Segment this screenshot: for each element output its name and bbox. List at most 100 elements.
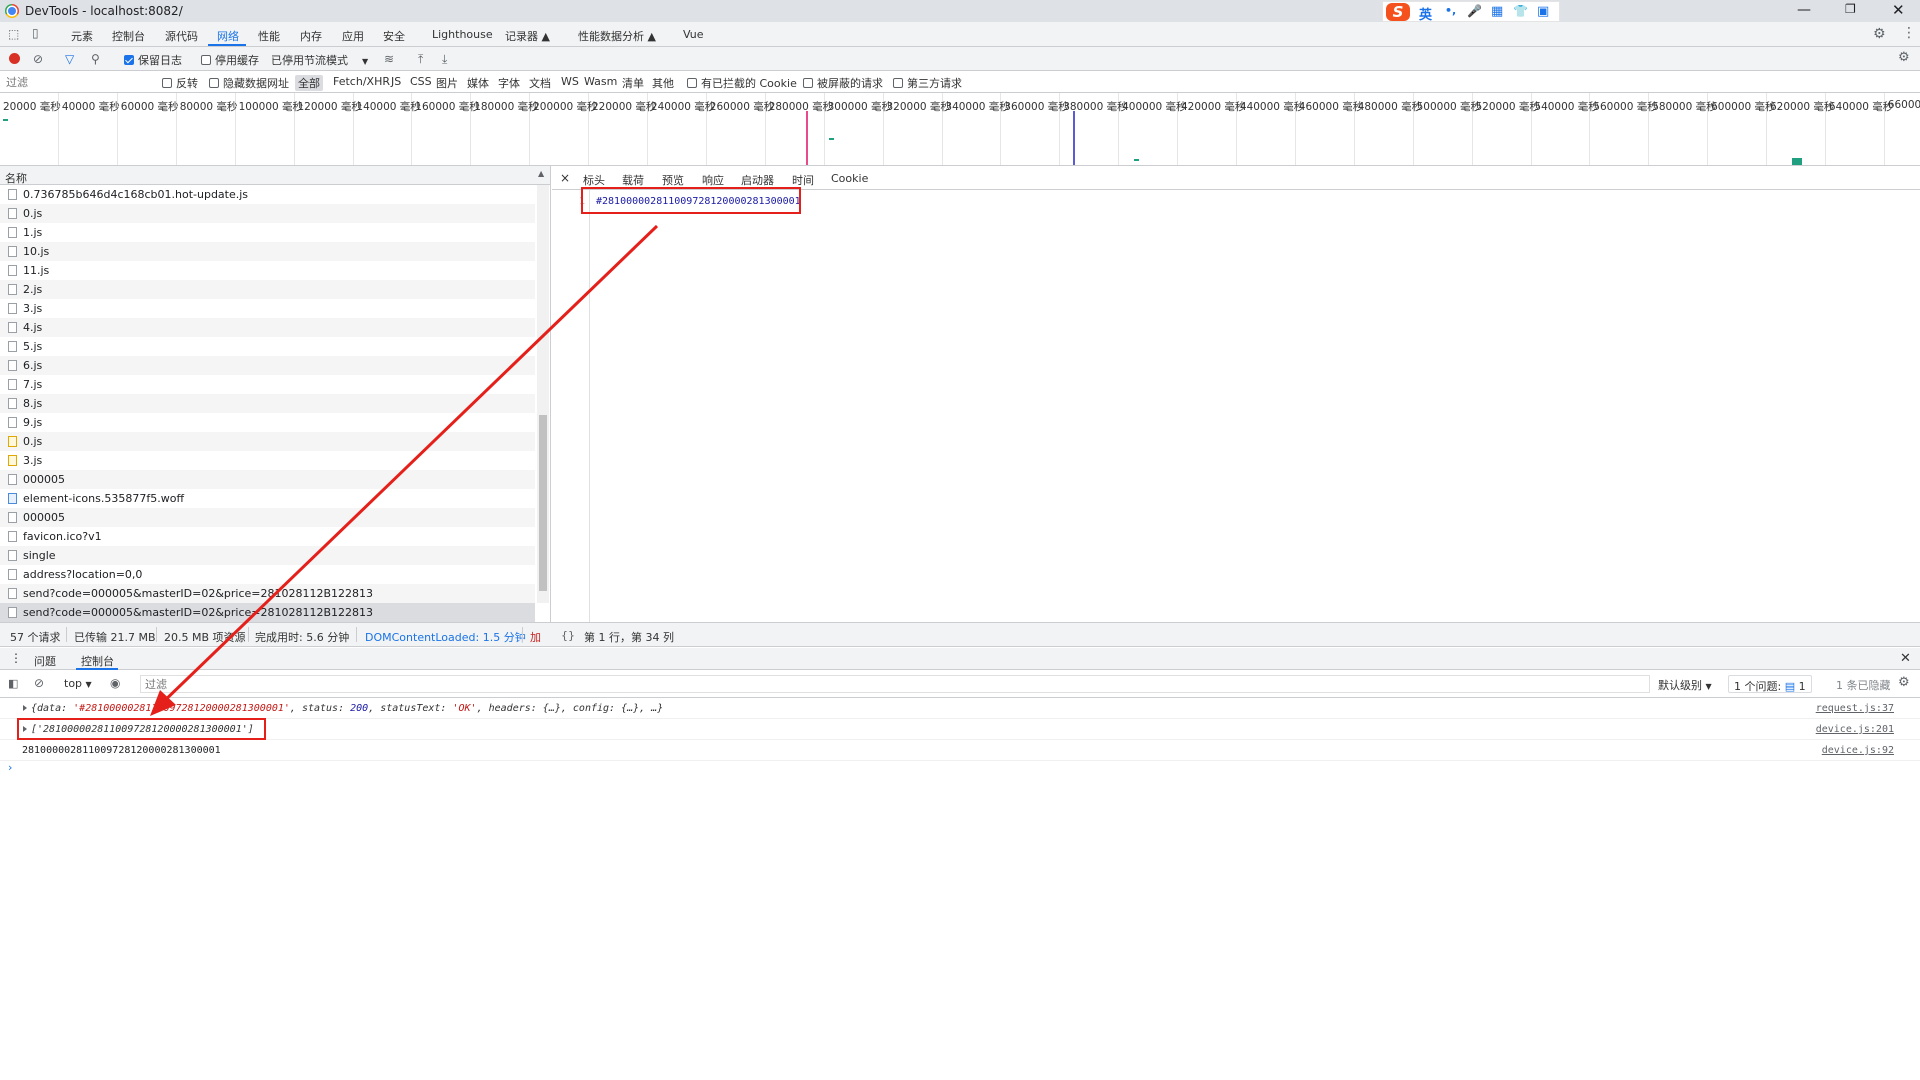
tab-payload[interactable]: 载荷	[622, 172, 644, 188]
request-row[interactable]: element-icons.535877f5.woff	[0, 489, 535, 508]
ime-toolbar[interactable]: S 英 •, 🎤 ▦ 👕 ▣	[1382, 1, 1560, 23]
tab-vue[interactable]: Vue	[683, 28, 704, 41]
ime-keyboard-icon[interactable]: ▦	[1491, 4, 1503, 19]
checkbox-icon[interactable]	[201, 55, 211, 65]
request-row[interactable]: 2.js	[0, 280, 535, 299]
request-row[interactable]: 8.js	[0, 394, 535, 413]
scrollbar-thumb[interactable]	[539, 415, 547, 591]
checkbox-icon[interactable]	[209, 78, 219, 88]
ime-menu-icon[interactable]: ▣	[1537, 4, 1549, 19]
console-source-link[interactable]: device.js:201	[1816, 724, 1894, 735]
console-message[interactable]: ['281000002811009728120000281300001'] de…	[0, 719, 1920, 740]
network-conditions-icon[interactable]: ≋	[384, 52, 394, 66]
filter-icon[interactable]: ▽	[65, 52, 74, 66]
filter-type-css[interactable]: CSS	[410, 75, 432, 88]
close-window-icon[interactable]: ✕	[1892, 1, 1905, 19]
filter-type-manifest[interactable]: 清单	[622, 75, 644, 91]
drawer-tab-issues[interactable]: 问题	[34, 653, 56, 669]
request-row[interactable]: 4.js	[0, 318, 535, 337]
console-filter-input[interactable]	[140, 675, 1650, 693]
invert-checkbox[interactable]: 反转	[162, 75, 198, 91]
checkbox-icon[interactable]	[803, 78, 813, 88]
tab-response[interactable]: 响应	[702, 172, 724, 188]
log-levels-select[interactable]: 默认级别 ▼	[1658, 677, 1712, 693]
request-row[interactable]: 10.js	[0, 242, 535, 261]
close-detail-icon[interactable]: ×	[560, 171, 570, 185]
blocked-cookies-checkbox[interactable]: 有已拦截的 Cookie	[687, 75, 797, 91]
sidebar-toggle-icon[interactable]: ◧	[8, 677, 18, 690]
tab-console[interactable]: 控制台	[112, 28, 145, 44]
settings-gear-icon[interactable]: ⚙	[1873, 26, 1886, 42]
clear-console-icon[interactable]: ⊘	[34, 676, 44, 690]
request-row[interactable]: 1.js	[0, 223, 535, 242]
disable-cache-checkbox[interactable]: 停用缓存	[201, 52, 259, 68]
filter-type-js[interactable]: JS	[391, 75, 401, 88]
tab-security[interactable]: 安全	[383, 28, 405, 44]
inspect-element-icon[interactable]: ⬚	[8, 27, 19, 41]
tab-sources[interactable]: 源代码	[165, 28, 198, 44]
tab-performance-insights[interactable]: 性能数据分析 ▲	[578, 28, 656, 44]
ime-punctuation-icon[interactable]: •,	[1445, 4, 1456, 17]
checkbox-checked-icon[interactable]	[124, 55, 134, 65]
name-column-header[interactable]: 名称	[5, 170, 27, 186]
record-button[interactable]	[9, 53, 20, 64]
checkbox-icon[interactable]	[893, 78, 903, 88]
request-row[interactable]: 0.js	[0, 432, 535, 451]
preserve-log-checkbox[interactable]: 保留日志	[124, 52, 182, 68]
tab-initiator[interactable]: 启动器	[741, 172, 774, 188]
request-row[interactable]: 0.736785b646d4c168cb01.hot-update.js	[0, 185, 535, 204]
filter-type-img[interactable]: 图片	[436, 75, 458, 91]
request-row[interactable]: address?location=0,0	[0, 565, 535, 584]
console-object-preview[interactable]: {data: '#2810000028110097281200002813000…	[31, 703, 663, 714]
request-row[interactable]: 3.js	[0, 299, 535, 318]
sogou-logo-icon[interactable]: S	[1386, 3, 1410, 21]
filter-input[interactable]	[4, 74, 150, 90]
tab-performance[interactable]: 性能	[258, 28, 280, 44]
checkbox-icon[interactable]	[162, 78, 172, 88]
request-row[interactable]: send?code=000005&masterID=02&price=28102…	[0, 584, 535, 603]
request-row[interactable]: 0.js	[0, 204, 535, 223]
request-row[interactable]: send?code=000005&masterID=02&price=28102…	[0, 603, 535, 622]
request-list-scrollbar[interactable]	[537, 185, 549, 603]
console-source-link[interactable]: request.js:37	[1816, 703, 1894, 714]
filter-type-other[interactable]: 其他	[652, 75, 674, 91]
device-toolbar-icon[interactable]: ▯	[32, 26, 39, 40]
request-row[interactable]: 5.js	[0, 337, 535, 356]
restore-icon[interactable]: ❐	[1845, 2, 1856, 16]
context-select[interactable]: top ▼	[64, 677, 92, 690]
live-expression-eye-icon[interactable]: ◉	[110, 676, 120, 690]
filter-type-fetch-xhr[interactable]: Fetch/XHR	[333, 75, 390, 88]
tab-lighthouse[interactable]: Lighthouse	[432, 28, 493, 41]
hide-data-urls-checkbox[interactable]: 隐藏数据网址	[209, 75, 289, 91]
tab-headers[interactable]: 标头	[583, 172, 605, 188]
more-options-icon[interactable]: ⋮	[1902, 25, 1916, 41]
filter-type-all[interactable]: 全部	[295, 75, 323, 91]
filter-type-doc[interactable]: 文档	[529, 75, 551, 91]
ime-voice-icon[interactable]: 🎤	[1467, 4, 1482, 18]
request-row[interactable]: 9.js	[0, 413, 535, 432]
request-row[interactable]: single	[0, 546, 535, 565]
third-party-checkbox[interactable]: 第三方请求	[893, 75, 962, 91]
timeline-overview[interactable]: 20000 毫秒 40000 毫秒 60000 毫秒 80000 毫秒 100000 毫…	[0, 93, 1920, 166]
request-row[interactable]: 000005	[0, 470, 535, 489]
console-source-link[interactable]: device.js:92	[1822, 745, 1894, 756]
expand-triangle-icon[interactable]	[23, 705, 27, 711]
request-row[interactable]: 7.js	[0, 375, 535, 394]
tab-network[interactable]: 网络	[217, 28, 239, 44]
request-row[interactable]: favicon.ico?v1	[0, 527, 535, 546]
tab-recorder[interactable]: 记录器 ▲	[505, 28, 550, 44]
request-row[interactable]: 000005	[0, 508, 535, 527]
drawer-tab-console[interactable]: 控制台	[81, 653, 114, 669]
filter-type-wasm[interactable]: Wasm	[584, 75, 617, 88]
filter-type-font[interactable]: 字体	[498, 75, 520, 91]
filter-type-ws[interactable]: WS	[561, 75, 579, 88]
tab-application[interactable]: 应用	[342, 28, 364, 44]
close-drawer-icon[interactable]: ✕	[1900, 651, 1911, 666]
request-row[interactable]: 3.js	[0, 451, 535, 470]
minimize-icon[interactable]: —	[1797, 2, 1811, 18]
request-list-header[interactable]: 名称 ▲	[0, 166, 550, 186]
drawer-menu-icon[interactable]: ⋮	[10, 651, 22, 665]
clear-icon[interactable]: ⊘	[33, 52, 43, 66]
tab-cookies[interactable]: Cookie	[831, 172, 868, 185]
console-message[interactable]: {data: '#2810000028110097281200002813000…	[0, 698, 1920, 719]
